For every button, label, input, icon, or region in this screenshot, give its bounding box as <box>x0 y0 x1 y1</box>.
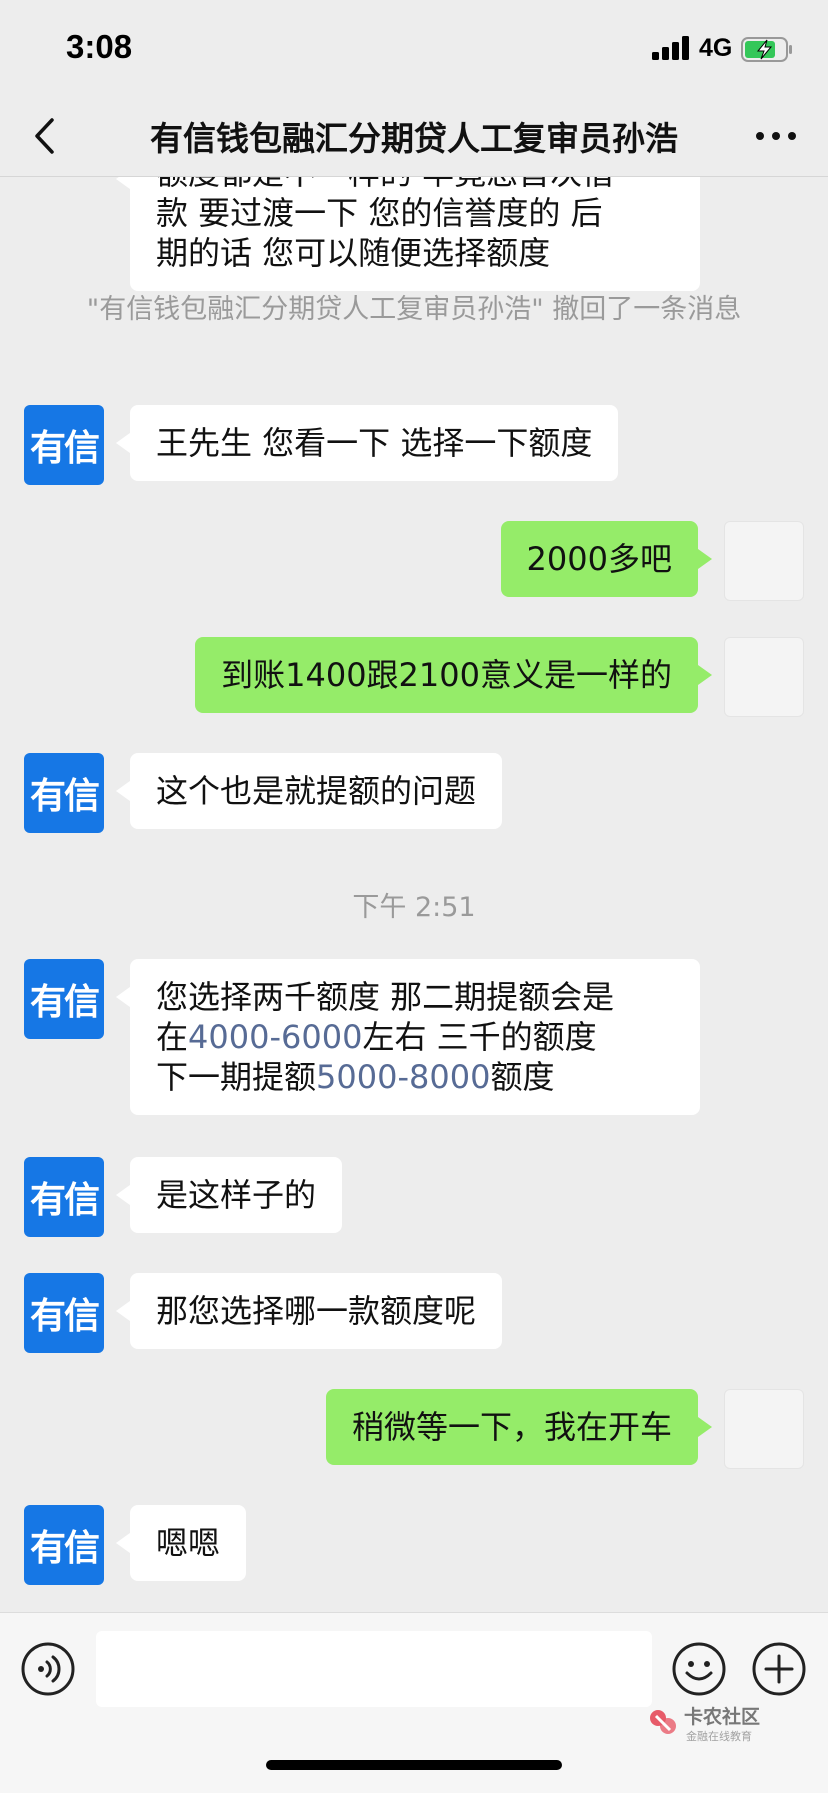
avatar[interactable]: 有信 <box>24 405 104 485</box>
message-bubble-incoming[interactable]: 额度都是不一样的 毕竟您首次借 款 要过渡一下 您的信誉度的 后 期的话 您可以… <box>116 177 700 291</box>
avatar[interactable]: 有信 <box>24 753 104 833</box>
watermark: 卡农社区 金融在线教育 <box>648 1700 768 1744</box>
message-bubble-incoming[interactable]: 嗯嗯 <box>115 1505 247 1581</box>
avatar[interactable] <box>724 1389 804 1469</box>
recall-notice: "有信钱包融汇分期贷人工复审员孙浩" 撤回了一条消息 <box>86 294 742 325</box>
message-list[interactable]: 额度都是不一样的 毕竟您首次借 款 要过渡一下 您的信誉度的 后 期的话 您可以… <box>0 177 828 1612</box>
message-text: 期的话 您可以随便选择额度 <box>156 234 551 272</box>
message-text: 下一期提额 <box>156 1058 317 1096</box>
message-input[interactable] <box>96 1631 652 1707</box>
message-text: 在 <box>156 1018 189 1056</box>
message-bubble-incoming[interactable]: 您选择两千额度 那二期提额会是 在4000-6000左右 三千的额度 下一期提额… <box>116 959 700 1115</box>
message-bubble-outgoing[interactable]: 2000多吧 <box>500 521 713 597</box>
emoji-icon[interactable] <box>671 1641 727 1697</box>
message-text: 额度 <box>490 1058 555 1096</box>
message-bubble-incoming[interactable]: 是这样子的 <box>115 1157 343 1233</box>
plus-icon[interactable] <box>751 1641 807 1697</box>
battery-icon <box>741 37 792 62</box>
message-bubble-incoming[interactable]: 那您选择哪一款额度呢 <box>115 1273 503 1349</box>
watermark-title: 卡农社区 <box>684 1706 761 1728</box>
number-link[interactable]: 4000-6000 <box>188 1018 362 1056</box>
watermark-subtitle: 金融在线教育 <box>686 1730 752 1743</box>
network-label: 4G <box>699 34 733 62</box>
message-text: 在4000-6000左右 三千的额度 <box>156 1017 674 1057</box>
avatar[interactable]: 有信 <box>24 1157 104 1237</box>
message-text: 左右 三千的额度 <box>362 1018 597 1056</box>
status-time: 3:08 <box>66 28 133 65</box>
status-bar: 3:08 4G <box>0 0 828 96</box>
watermark-logo-icon <box>650 1710 676 1734</box>
message-text: 款 要过渡一下 您的信誉度的 后 <box>156 194 603 232</box>
message-bubble-incoming[interactable]: 这个也是就提额的问题 <box>115 753 503 829</box>
voice-icon[interactable] <box>20 1641 76 1697</box>
message-bubble-outgoing[interactable]: 到账1400跟2100意义是一样的 <box>195 637 712 713</box>
signal-icon <box>652 36 692 60</box>
message-text: 额度都是不一样的 毕竟您首次借 <box>156 177 674 193</box>
message-text: 您选择两千额度 那二期提额会是 <box>156 978 615 1016</box>
number-link[interactable]: 5000-8000 <box>316 1058 490 1096</box>
message-bubble-outgoing[interactable]: 稍微等一下，我在开车 <box>325 1389 713 1465</box>
message-bubble-incoming[interactable]: 王先生 您看一下 选择一下额度 <box>115 405 619 481</box>
avatar[interactable]: 有信 <box>24 1505 104 1585</box>
avatar[interactable]: 有信 <box>24 1273 104 1353</box>
time-divider: 下午 2:51 <box>352 892 476 923</box>
avatar[interactable] <box>724 521 804 601</box>
nav-bar: 有信钱包融汇分期贷人工复审员孙浩 <box>0 96 828 177</box>
more-icon[interactable] <box>752 126 800 146</box>
message-text: 下一期提额5000-8000额度 <box>156 1057 674 1097</box>
back-chevron-icon[interactable] <box>28 114 62 158</box>
chat-title: 有信钱包融汇分期贷人工复审员孙浩 <box>150 119 678 158</box>
avatar[interactable] <box>724 637 804 717</box>
home-indicator[interactable] <box>266 1760 562 1770</box>
avatar[interactable]: 有信 <box>24 959 104 1039</box>
